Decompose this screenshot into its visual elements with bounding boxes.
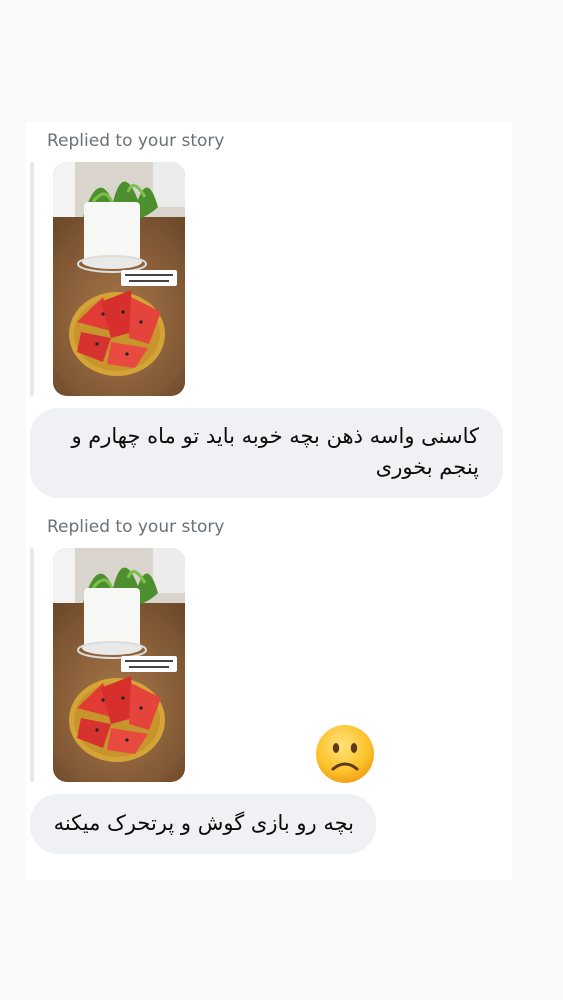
reply-indicator-bar	[30, 548, 34, 782]
story-image	[53, 162, 185, 396]
frowning-face-icon[interactable]	[315, 724, 375, 784]
story-thumbnail[interactable]	[53, 548, 185, 782]
message-bubble[interactable]: کاسنی واسه ذهن بچه خوبه باید تو ماه چهار…	[30, 408, 503, 498]
chat-thread: Replied to your story کاسنی واسه ذهن بچه…	[26, 122, 512, 880]
replied-to-story-label: Replied to your story	[47, 517, 225, 537]
story-image	[53, 548, 185, 782]
story-thumbnail[interactable]	[53, 162, 185, 396]
reply-indicator-bar	[30, 162, 34, 396]
message-bubble[interactable]: بچه رو بازی گوش و پرتحرک میکنه	[30, 794, 376, 854]
replied-to-story-label: Replied to your story	[47, 131, 225, 151]
